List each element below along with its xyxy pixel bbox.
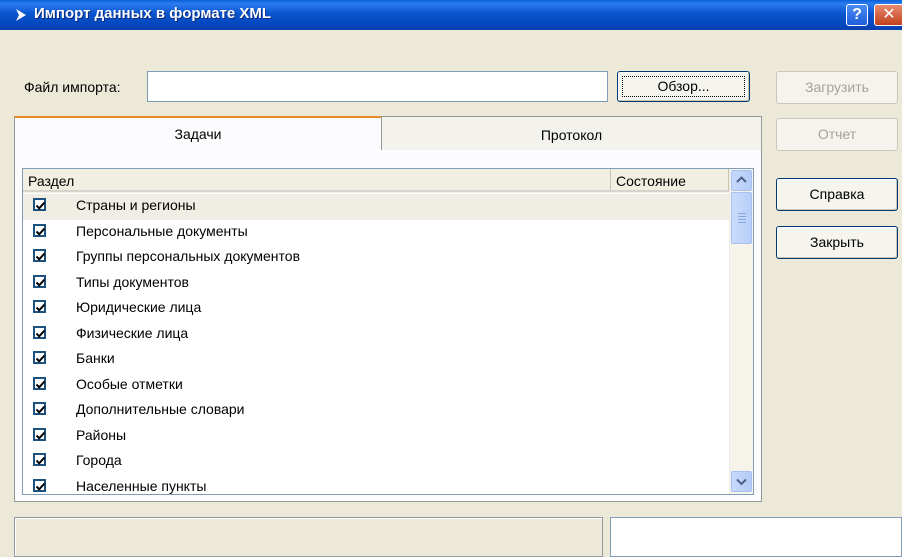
checkmark-icon <box>35 431 46 440</box>
grip-line <box>738 222 746 223</box>
checkbox[interactable] <box>33 427 46 441</box>
list-item[interactable]: Районы <box>23 424 729 450</box>
list-item[interactable]: Дополнительные словари <box>23 398 729 424</box>
focus-rectangle <box>622 76 745 97</box>
checkbox[interactable] <box>33 453 46 466</box>
status-text-box <box>610 517 902 557</box>
tab-tasks[interactable]: Задачи <box>14 116 382 151</box>
checkmark-icon <box>35 456 46 465</box>
list-item[interactable]: Персональные документы <box>23 220 729 246</box>
close-title-button[interactable]: ✕ <box>874 4 902 26</box>
list-item[interactable]: Населенные пункты <box>23 475 729 495</box>
checkmark-icon <box>35 201 46 210</box>
sections-list[interactable]: Раздел Состояние Страны и регионы Персона… <box>22 168 754 495</box>
list-item-label: Особые отметки <box>76 375 183 392</box>
close-button[interactable]: Закрыть <box>776 226 898 259</box>
checkbox[interactable] <box>33 376 46 390</box>
checkmark-icon <box>35 405 46 414</box>
checkbox[interactable] <box>33 249 46 262</box>
checkmark-icon <box>35 329 46 338</box>
grip-line <box>738 216 746 217</box>
window-title: Импорт данных в формате XML <box>34 5 272 22</box>
chevron-down-icon <box>736 478 747 486</box>
scroll-up-button[interactable] <box>731 170 752 191</box>
checkmark-icon <box>35 354 46 363</box>
checkmark-icon <box>35 380 46 389</box>
checkbox[interactable] <box>33 402 46 415</box>
grip-line <box>738 219 746 220</box>
checkbox[interactable] <box>33 478 46 492</box>
column-header-section[interactable]: Раздел <box>23 169 611 192</box>
checkmark-icon <box>35 303 46 312</box>
list-item[interactable]: Типы документов <box>23 271 729 297</box>
app-icon <box>16 9 26 21</box>
list-item-label: Банки <box>76 350 115 366</box>
chevron-up-icon <box>736 176 747 183</box>
list-item-label: Районы <box>76 426 127 443</box>
checkbox[interactable] <box>33 223 46 237</box>
checkmark-icon <box>35 252 46 261</box>
browse-button[interactable]: Обзор... <box>617 71 750 102</box>
list-item[interactable]: Юридические лица <box>23 296 729 322</box>
list-item-label: Юридические лица <box>76 299 202 315</box>
list-rows: Страны и регионы Персональные документы Гр… <box>23 194 729 495</box>
list-item-label: Страны и регионы <box>76 197 196 213</box>
checkbox[interactable] <box>33 351 46 364</box>
report-button[interactable]: Отчет <box>776 118 898 151</box>
file-input[interactable] <box>147 71 608 102</box>
file-label: Файл импорта: <box>24 79 121 95</box>
grip-line <box>738 213 746 214</box>
status-panel <box>14 517 603 557</box>
scroll-thumb[interactable] <box>731 192 752 244</box>
vertical-scrollbar[interactable] <box>729 169 753 494</box>
list-item[interactable]: Банки <box>23 347 729 373</box>
list-item[interactable]: Страны и регионы <box>23 194 729 220</box>
tab-strip: Задачи Протокол <box>14 116 762 151</box>
list-item[interactable]: Физические лица <box>23 322 729 348</box>
list-item[interactable]: Города <box>23 449 729 475</box>
tab-log[interactable]: Протокол <box>381 116 762 151</box>
list-item-label: Города <box>76 452 122 468</box>
list-item[interactable]: Особые отметки <box>23 373 729 399</box>
list-item-label: Физические лица <box>76 324 189 341</box>
checkmark-icon <box>35 227 46 236</box>
scroll-down-button[interactable] <box>731 471 752 492</box>
list-item-label: Группы персональных документов <box>76 248 300 264</box>
list-item-label: Типы документов <box>76 273 189 290</box>
title-bar[interactable]: Импорт данных в формате XML ? ✕ <box>0 0 902 30</box>
list-item-label: Персональные документы <box>76 222 248 239</box>
checkmark-icon <box>35 482 46 491</box>
help-button[interactable]: Справка <box>776 178 898 211</box>
checkbox[interactable] <box>33 325 46 339</box>
checkbox[interactable] <box>33 198 46 211</box>
checkbox[interactable] <box>33 300 46 313</box>
column-header-state[interactable]: Состояние <box>611 169 729 192</box>
list-item-label: Дополнительные словари <box>76 401 245 417</box>
checkbox[interactable] <box>33 274 46 288</box>
help-title-button[interactable]: ? <box>846 4 868 26</box>
checkmark-icon <box>35 278 46 287</box>
load-button[interactable]: Загрузить <box>776 71 898 104</box>
list-item-label: Населенные пункты <box>76 477 207 494</box>
list-item[interactable]: Группы персональных документов <box>23 245 729 271</box>
list-header: Раздел Состояние <box>23 169 729 193</box>
